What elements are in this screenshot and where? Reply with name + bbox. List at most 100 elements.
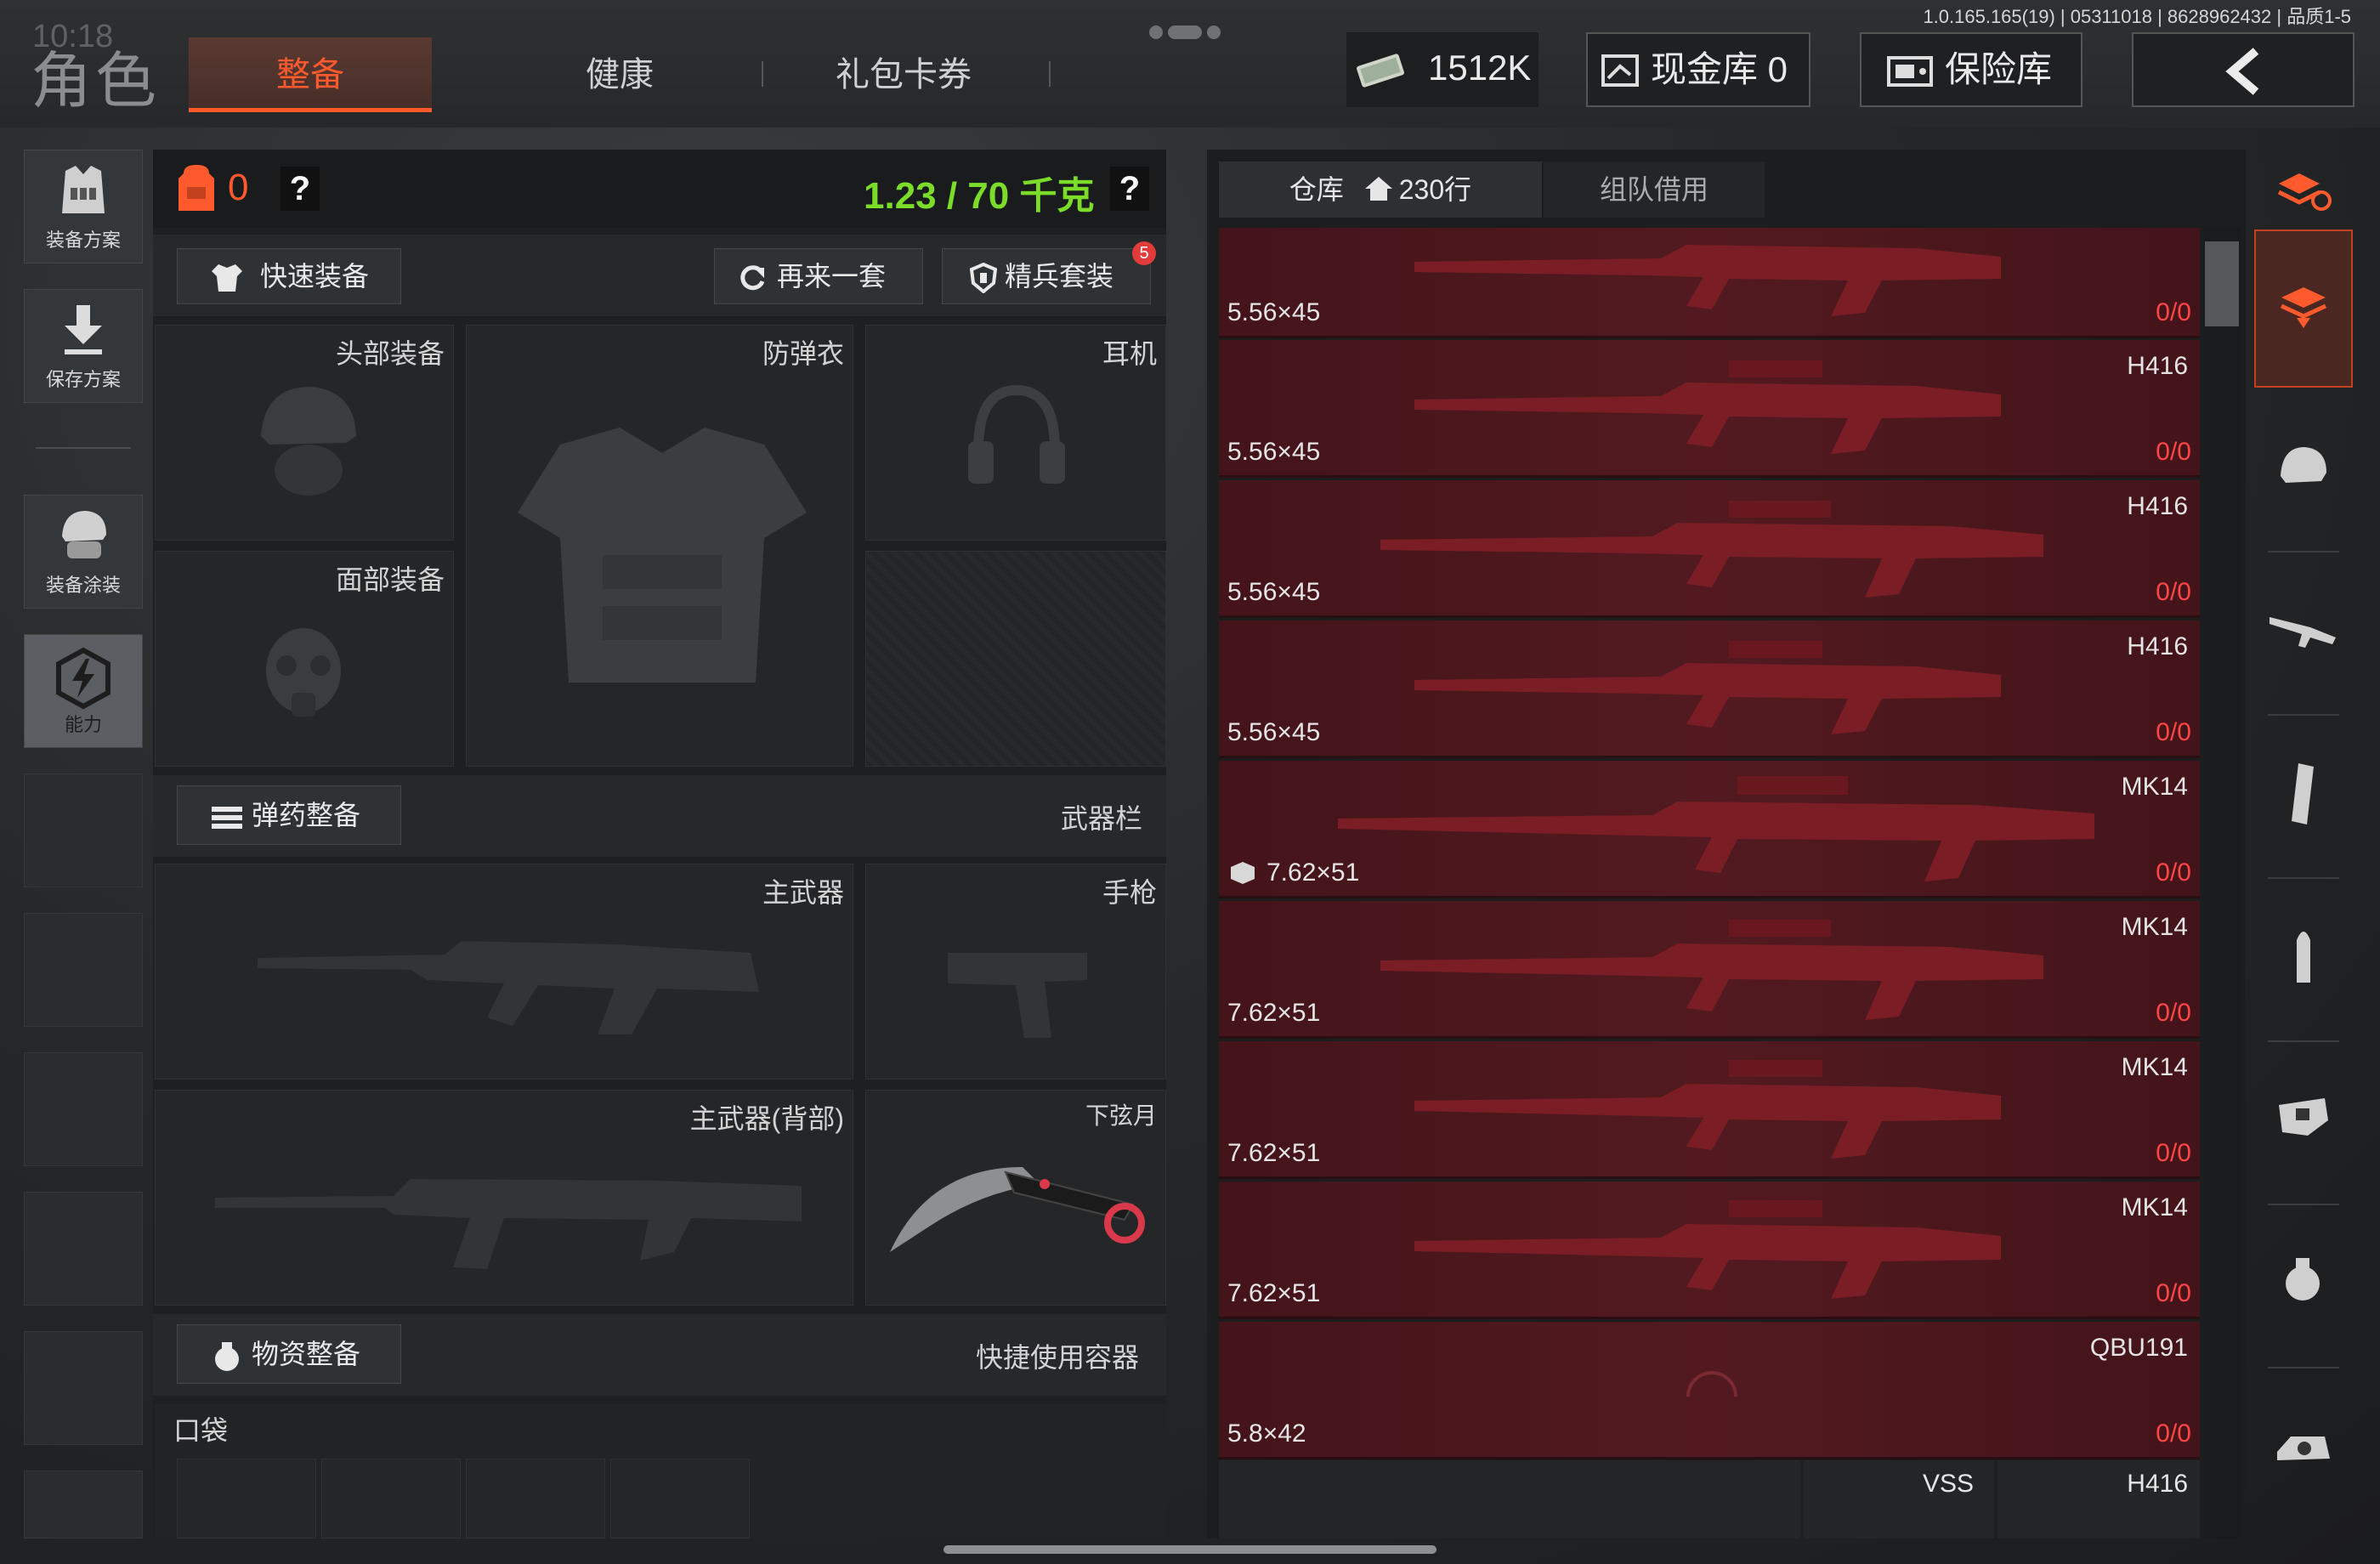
item-name: QBU191 xyxy=(2089,1334,2188,1362)
item-caliber: 5.56×45 xyxy=(1227,718,1321,746)
loading-spinner-icon xyxy=(1686,1371,1737,1397)
slot-label: 下弦月 xyxy=(1085,1102,1157,1129)
slot-head[interactable]: 头部装备 xyxy=(155,325,454,541)
weight-help-button[interactable]: ? xyxy=(1110,167,1149,211)
item-caliber: 5.56×45 xyxy=(1227,438,1321,466)
warehouse-item[interactable]: MK14 7.62×51 0/0 xyxy=(1219,1041,2200,1179)
vault-icon xyxy=(1601,54,1639,87)
pocket-slot[interactable] xyxy=(177,1459,316,1538)
category-weapons[interactable] xyxy=(2254,561,2353,697)
category-ammo[interactable] xyxy=(2254,887,2353,1023)
rail-empty-slot xyxy=(24,1331,143,1445)
currency-display[interactable]: 1512K xyxy=(1346,32,1538,107)
item-name: MK14 xyxy=(2121,1053,2188,1081)
warehouse-item-vss[interactable]: VSS xyxy=(1804,1460,1994,1538)
item-caliber: 7.62×51 xyxy=(1227,1139,1321,1167)
download-icon xyxy=(65,305,102,354)
rail-save-plan[interactable]: 保存方案 xyxy=(24,289,143,403)
category-magazines[interactable] xyxy=(2254,724,2353,860)
warehouse-item-h416[interactable]: H416 xyxy=(1998,1460,2200,1538)
pocket-slot[interactable] xyxy=(466,1459,605,1538)
slot-armor[interactable]: 防弹衣 xyxy=(466,325,853,767)
tab-health[interactable]: 健康 xyxy=(498,37,741,112)
slot-headset[interactable]: 耳机 xyxy=(865,325,1166,541)
list-icon xyxy=(212,807,242,829)
currency-amount: 1512K xyxy=(1428,48,1532,88)
category-armor[interactable] xyxy=(2254,400,2353,536)
category-consumables[interactable] xyxy=(2254,1214,2353,1350)
pocket-label: 口袋 xyxy=(173,1415,229,1446)
warehouse-row-partial: VSS H416 xyxy=(1219,1460,2200,1538)
quick-container-label: 快捷使用容器 xyxy=(976,1342,1140,1373)
rail-equipment-skin[interactable]: 装备涂装 xyxy=(24,495,143,609)
backpack-help-button[interactable]: ? xyxy=(280,167,320,211)
rifle-back-silhouette-icon xyxy=(215,1179,802,1269)
warehouse-item[interactable]: 5.56×45 0/0 xyxy=(1219,228,2200,338)
again-set-button[interactable]: 再来一套 xyxy=(714,248,923,304)
slot-face[interactable]: 面部装备 xyxy=(155,551,454,767)
category-divider xyxy=(2268,551,2339,552)
back-chevron-icon xyxy=(2225,48,2259,95)
magazine-icon xyxy=(2292,763,2314,824)
rail-loadout-plan[interactable]: 装备方案 xyxy=(24,150,143,264)
karambit-knife-icon xyxy=(890,1167,1145,1252)
safe-vault-button[interactable]: 保险库 xyxy=(1860,32,2082,107)
category-misc[interactable] xyxy=(2254,1377,2353,1513)
supply-loadout-button[interactable]: 物资整备 xyxy=(177,1324,401,1384)
pistol-silhouette-icon xyxy=(948,953,1087,1038)
item-count: 0/0 xyxy=(2156,1139,2191,1167)
tab-divider xyxy=(762,61,763,87)
warehouse-item-partial[interactable] xyxy=(1219,1460,1800,1538)
home-indicator xyxy=(944,1545,1436,1554)
warehouse-item[interactable]: H416 5.56×45 0/0 xyxy=(1219,340,2200,478)
tab-storage[interactable]: 仓库 230行 xyxy=(1219,162,1542,218)
warehouse-item[interactable]: MK14 7.62×51 0/0 xyxy=(1219,901,2200,1039)
lightning-icon xyxy=(56,647,110,710)
item-count: 0/0 xyxy=(2156,999,2191,1027)
pocket-slot[interactable] xyxy=(321,1459,461,1538)
tab-loadout[interactable]: 整备 xyxy=(189,37,432,112)
back-button[interactable] xyxy=(2132,32,2354,107)
item-name: MK14 xyxy=(2121,773,2188,801)
rifle-icon xyxy=(1414,360,2001,454)
warehouse-item[interactable]: QBU191 5.8×42 0/0 xyxy=(1219,1322,2200,1459)
rifle-icon xyxy=(1414,1200,2001,1299)
rail-ability[interactable]: 能力 xyxy=(24,634,143,748)
quick-equip-button[interactable]: 快速装备 xyxy=(177,248,401,304)
warehouse-item[interactable]: H416 5.56×45 0/0 xyxy=(1219,620,2200,758)
warehouse-item[interactable]: H416 5.56×45 0/0 xyxy=(1219,480,2200,618)
slot-primary-weapon[interactable]: 主武器 xyxy=(155,864,853,1080)
rail-divider xyxy=(36,447,131,449)
rifle-icon xyxy=(1380,920,2043,1020)
category-all-button[interactable] xyxy=(2254,150,2353,230)
ammo-box-icon xyxy=(1231,862,1255,884)
elite-set-button[interactable]: 精兵套装 xyxy=(942,248,1151,304)
again-set-label: 再来一套 xyxy=(776,261,886,292)
tab-team-borrow[interactable]: 组队借用 xyxy=(1544,162,1765,218)
rail-empty-slot xyxy=(24,1470,143,1538)
warehouse-item[interactable]: MK14 7.62×51 0/0 xyxy=(1219,1182,2200,1319)
category-warehouse-active[interactable] xyxy=(2254,230,2353,388)
tab-gift-coupons[interactable]: 礼包卡券 xyxy=(782,37,1025,112)
cash-vault-button[interactable]: 现金库 0 xyxy=(1586,32,1810,107)
ammo-loadout-button[interactable]: 弹药整备 xyxy=(177,785,401,845)
item-name: H416 xyxy=(2127,492,2188,520)
refresh-icon xyxy=(740,265,765,291)
slot-melee[interactable]: 下弦月 xyxy=(865,1090,1166,1306)
item-count: 0/0 xyxy=(2156,1420,2191,1448)
misc-item-icon xyxy=(2277,1436,2330,1460)
slot-primary-back[interactable]: 主武器(背部) xyxy=(155,1090,853,1306)
page-title: 角色 xyxy=(31,48,161,116)
category-divider xyxy=(2268,1204,2339,1205)
version-info: 1.0.165.165(19) | 05311018 | 8628962432 … xyxy=(1923,6,2351,27)
gas-mask-icon xyxy=(266,628,341,717)
slot-pistol[interactable]: 手枪 xyxy=(865,864,1166,1080)
warehouse-scrollbar[interactable] xyxy=(2203,228,2241,1538)
scrollbar-thumb[interactable] xyxy=(2205,241,2239,326)
item-caliber: 5.8×42 xyxy=(1227,1420,1306,1448)
category-attachments[interactable] xyxy=(2254,1051,2353,1187)
pocket-slot[interactable] xyxy=(610,1459,750,1538)
helmet-icon xyxy=(261,387,356,496)
warehouse-item[interactable]: MK14 7.62×51 0/0 xyxy=(1219,761,2200,898)
category-divider xyxy=(2268,1040,2339,1042)
